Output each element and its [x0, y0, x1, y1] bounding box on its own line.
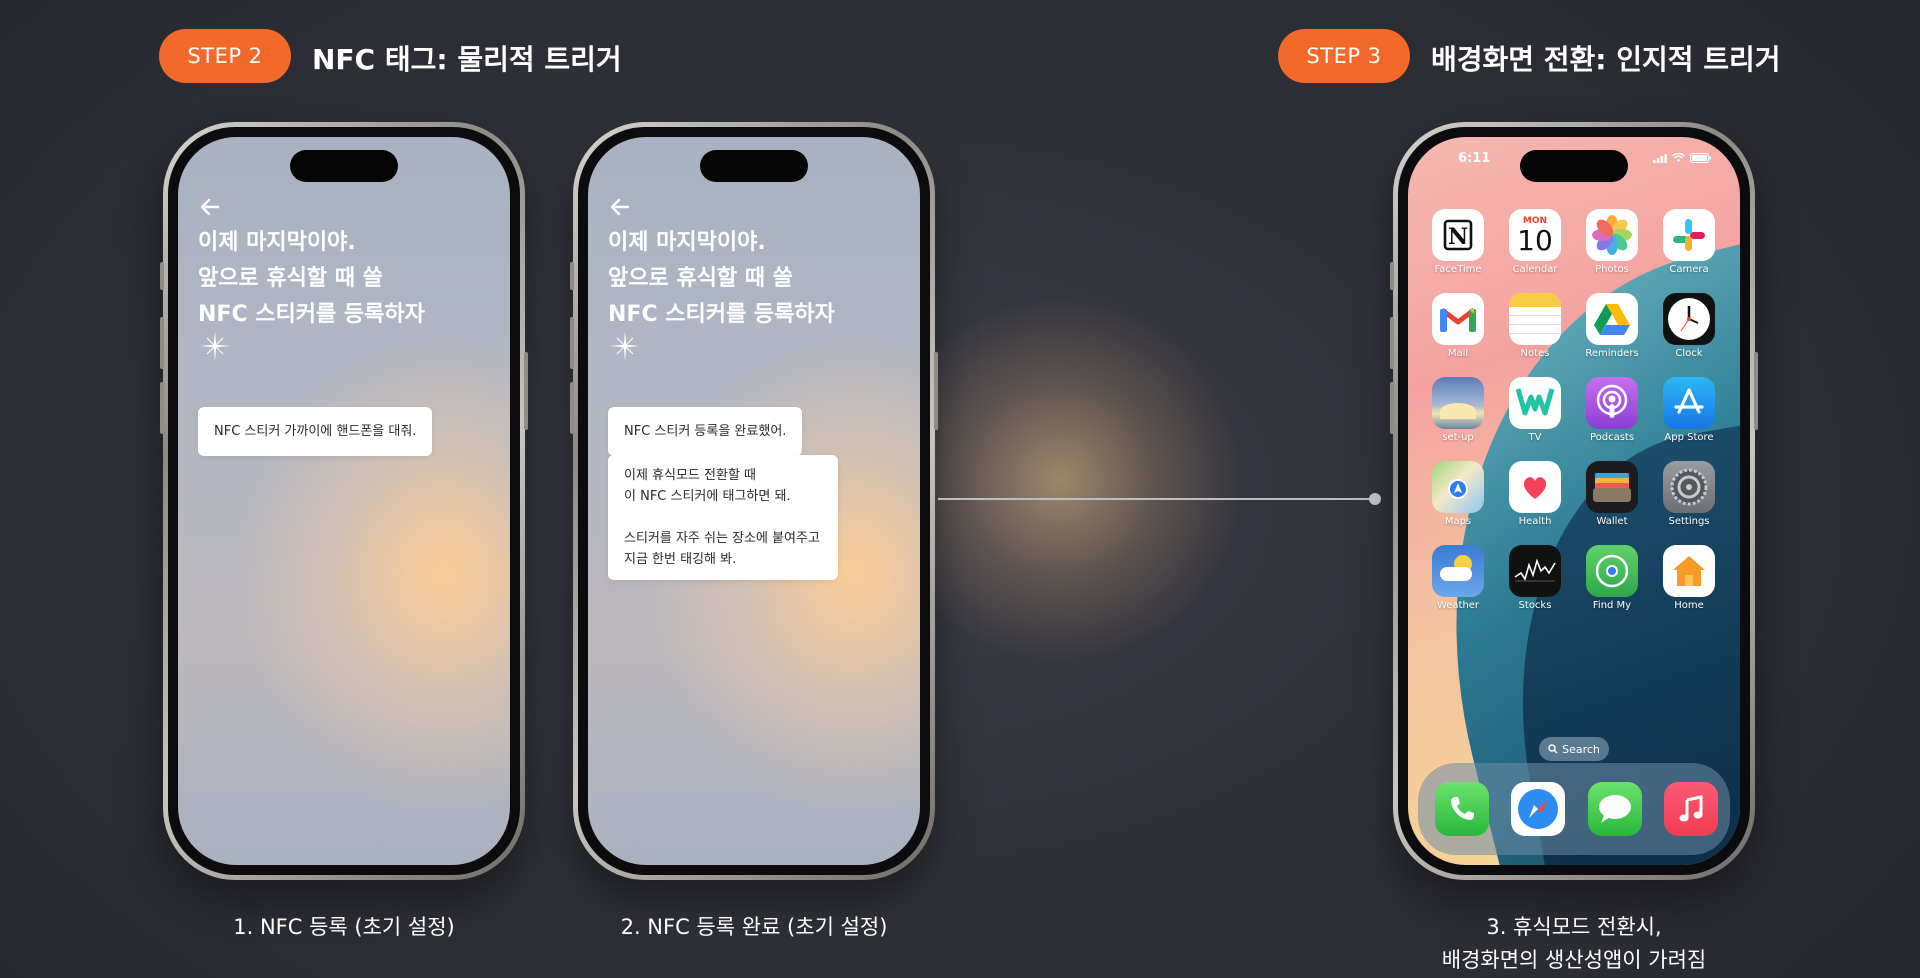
calendar-icon: MON 10 [1509, 209, 1561, 261]
app-app-store[interactable]: App Store [1661, 377, 1717, 443]
dock [1418, 763, 1730, 855]
app-naver-w[interactable]: TV [1507, 377, 1563, 443]
app-slack[interactable]: Camera [1661, 209, 1717, 275]
naver-w-icon [1509, 377, 1561, 429]
app-photos[interactable]: Photos [1584, 209, 1640, 275]
photos-icon [1586, 209, 1638, 261]
app-podcasts[interactable]: Podcasts [1584, 377, 1640, 443]
app-gmail[interactable]: Mail [1430, 293, 1486, 359]
app-weather[interactable]: Weather [1430, 545, 1486, 611]
app-store-icon [1663, 377, 1715, 429]
app-notion[interactable]: N FaceTime [1430, 209, 1486, 275]
music-icon[interactable] [1664, 782, 1718, 836]
sparkle-icon [200, 331, 230, 361]
setup-icon [1432, 377, 1484, 429]
caption-phone-2: 2. NFC 등록 완료 (초기 설정) [620, 915, 888, 939]
app-calendar[interactable]: MON 10 Calendar [1507, 209, 1563, 275]
connector-dot [1369, 493, 1381, 505]
clock-icon [1663, 293, 1715, 345]
home-screen: 6:11 N FaceTime MON 10 Calendar Photos C… [1408, 137, 1740, 865]
phone-1-nfc-register: 이제 마지막이야. 앞으로 휴식할 때 쓸 NFC 스티커를 등록하자 NFC … [160, 122, 528, 880]
step3-title: 배경화면 전환: 인지적 트리거 [1431, 43, 1781, 76]
chat-bubble-instructions: 이제 휴식모드 전환할 때 이 NFC 스티커에 태그하면 돼. 스티커를 자주… [608, 455, 838, 580]
sparkle-icon [610, 331, 640, 361]
app-google-drive[interactable]: Reminders [1584, 293, 1640, 359]
weather-icon [1432, 545, 1484, 597]
back-arrow-icon[interactable] [198, 195, 222, 219]
safari-icon[interactable] [1511, 782, 1565, 836]
caption-phone-1: 1. NFC 등록 (초기 설정) [233, 915, 455, 939]
app-health[interactable]: Health [1507, 461, 1563, 527]
dynamic-island [290, 150, 398, 182]
search-pill[interactable]: Search [1539, 737, 1609, 761]
notes-icon [1509, 293, 1561, 345]
maps-icon [1432, 461, 1484, 513]
battery-icon [1690, 153, 1711, 163]
search-icon [1548, 744, 1558, 754]
app-clock[interactable]: Clock [1661, 293, 1717, 359]
phone-2-nfc-complete: 이제 마지막이야. 앞으로 휴식할 때 쓸 NFC 스티커를 등록하자 NFC … [570, 122, 938, 880]
phone-icon[interactable] [1435, 782, 1489, 836]
app-find-my[interactable]: Find My [1584, 545, 1640, 611]
wifi-icon [1672, 153, 1685, 162]
health-icon [1509, 461, 1561, 513]
phone-2-screen: 이제 마지막이야. 앞으로 휴식할 때 쓸 NFC 스티커를 등록하자 NFC … [588, 137, 920, 865]
step2-pill: STEP 2 [159, 29, 291, 83]
cellular-icon [1653, 153, 1667, 163]
phone-1-screen: 이제 마지막이야. 앞으로 휴식할 때 쓸 NFC 스티커를 등록하자 NFC … [178, 137, 510, 865]
home-icon [1663, 545, 1715, 597]
podcasts-icon [1586, 377, 1638, 429]
headline: 이제 마지막이야. 앞으로 휴식할 때 쓸 NFC 스티커를 등록하자 [198, 230, 425, 327]
google-drive-icon [1586, 293, 1638, 345]
dynamic-island [700, 150, 808, 182]
wallet-icon [1586, 461, 1638, 513]
phone-3-home-screen: 6:11 N FaceTime MON 10 Calendar Photos C… [1390, 122, 1758, 880]
app-home[interactable]: Home [1661, 545, 1717, 611]
step2-title: NFC 태그: 물리적 트리거 [312, 43, 622, 76]
headline: 이제 마지막이야. 앞으로 휴식할 때 쓸 NFC 스티커를 등록하자 [608, 230, 835, 327]
settings-icon [1663, 461, 1715, 513]
app-setup[interactable]: set-up [1430, 377, 1486, 443]
status-time: 6:11 [1458, 151, 1491, 166]
stocks-icon [1509, 545, 1561, 597]
slack-icon [1663, 209, 1715, 261]
dynamic-island [1520, 150, 1628, 182]
notion-icon: N [1432, 209, 1484, 261]
messages-icon[interactable] [1588, 782, 1642, 836]
app-settings[interactable]: Settings [1661, 461, 1717, 527]
app-wallet[interactable]: Wallet [1584, 461, 1640, 527]
status-icons [1653, 153, 1712, 163]
step3-pill: STEP 3 [1278, 29, 1410, 83]
app-stocks[interactable]: Stocks [1507, 545, 1563, 611]
gmail-icon [1432, 293, 1484, 345]
svg-text:N: N [1448, 224, 1468, 250]
chat-bubble: NFC 스티커 가까이에 핸드폰을 대줘. [198, 407, 433, 456]
back-arrow-icon[interactable] [608, 195, 632, 219]
find-my-icon [1586, 545, 1638, 597]
app-notes[interactable]: Notes [1507, 293, 1563, 359]
chat-bubble-complete: NFC 스티커 등록을 완료했어. [608, 407, 803, 456]
connector-line [938, 498, 1374, 500]
caption-phone-3: 3. 휴식모드 전환시, 배경화면의 생산성앱이 가려짐 [1441, 915, 1707, 972]
app-maps[interactable]: Maps [1430, 461, 1486, 527]
